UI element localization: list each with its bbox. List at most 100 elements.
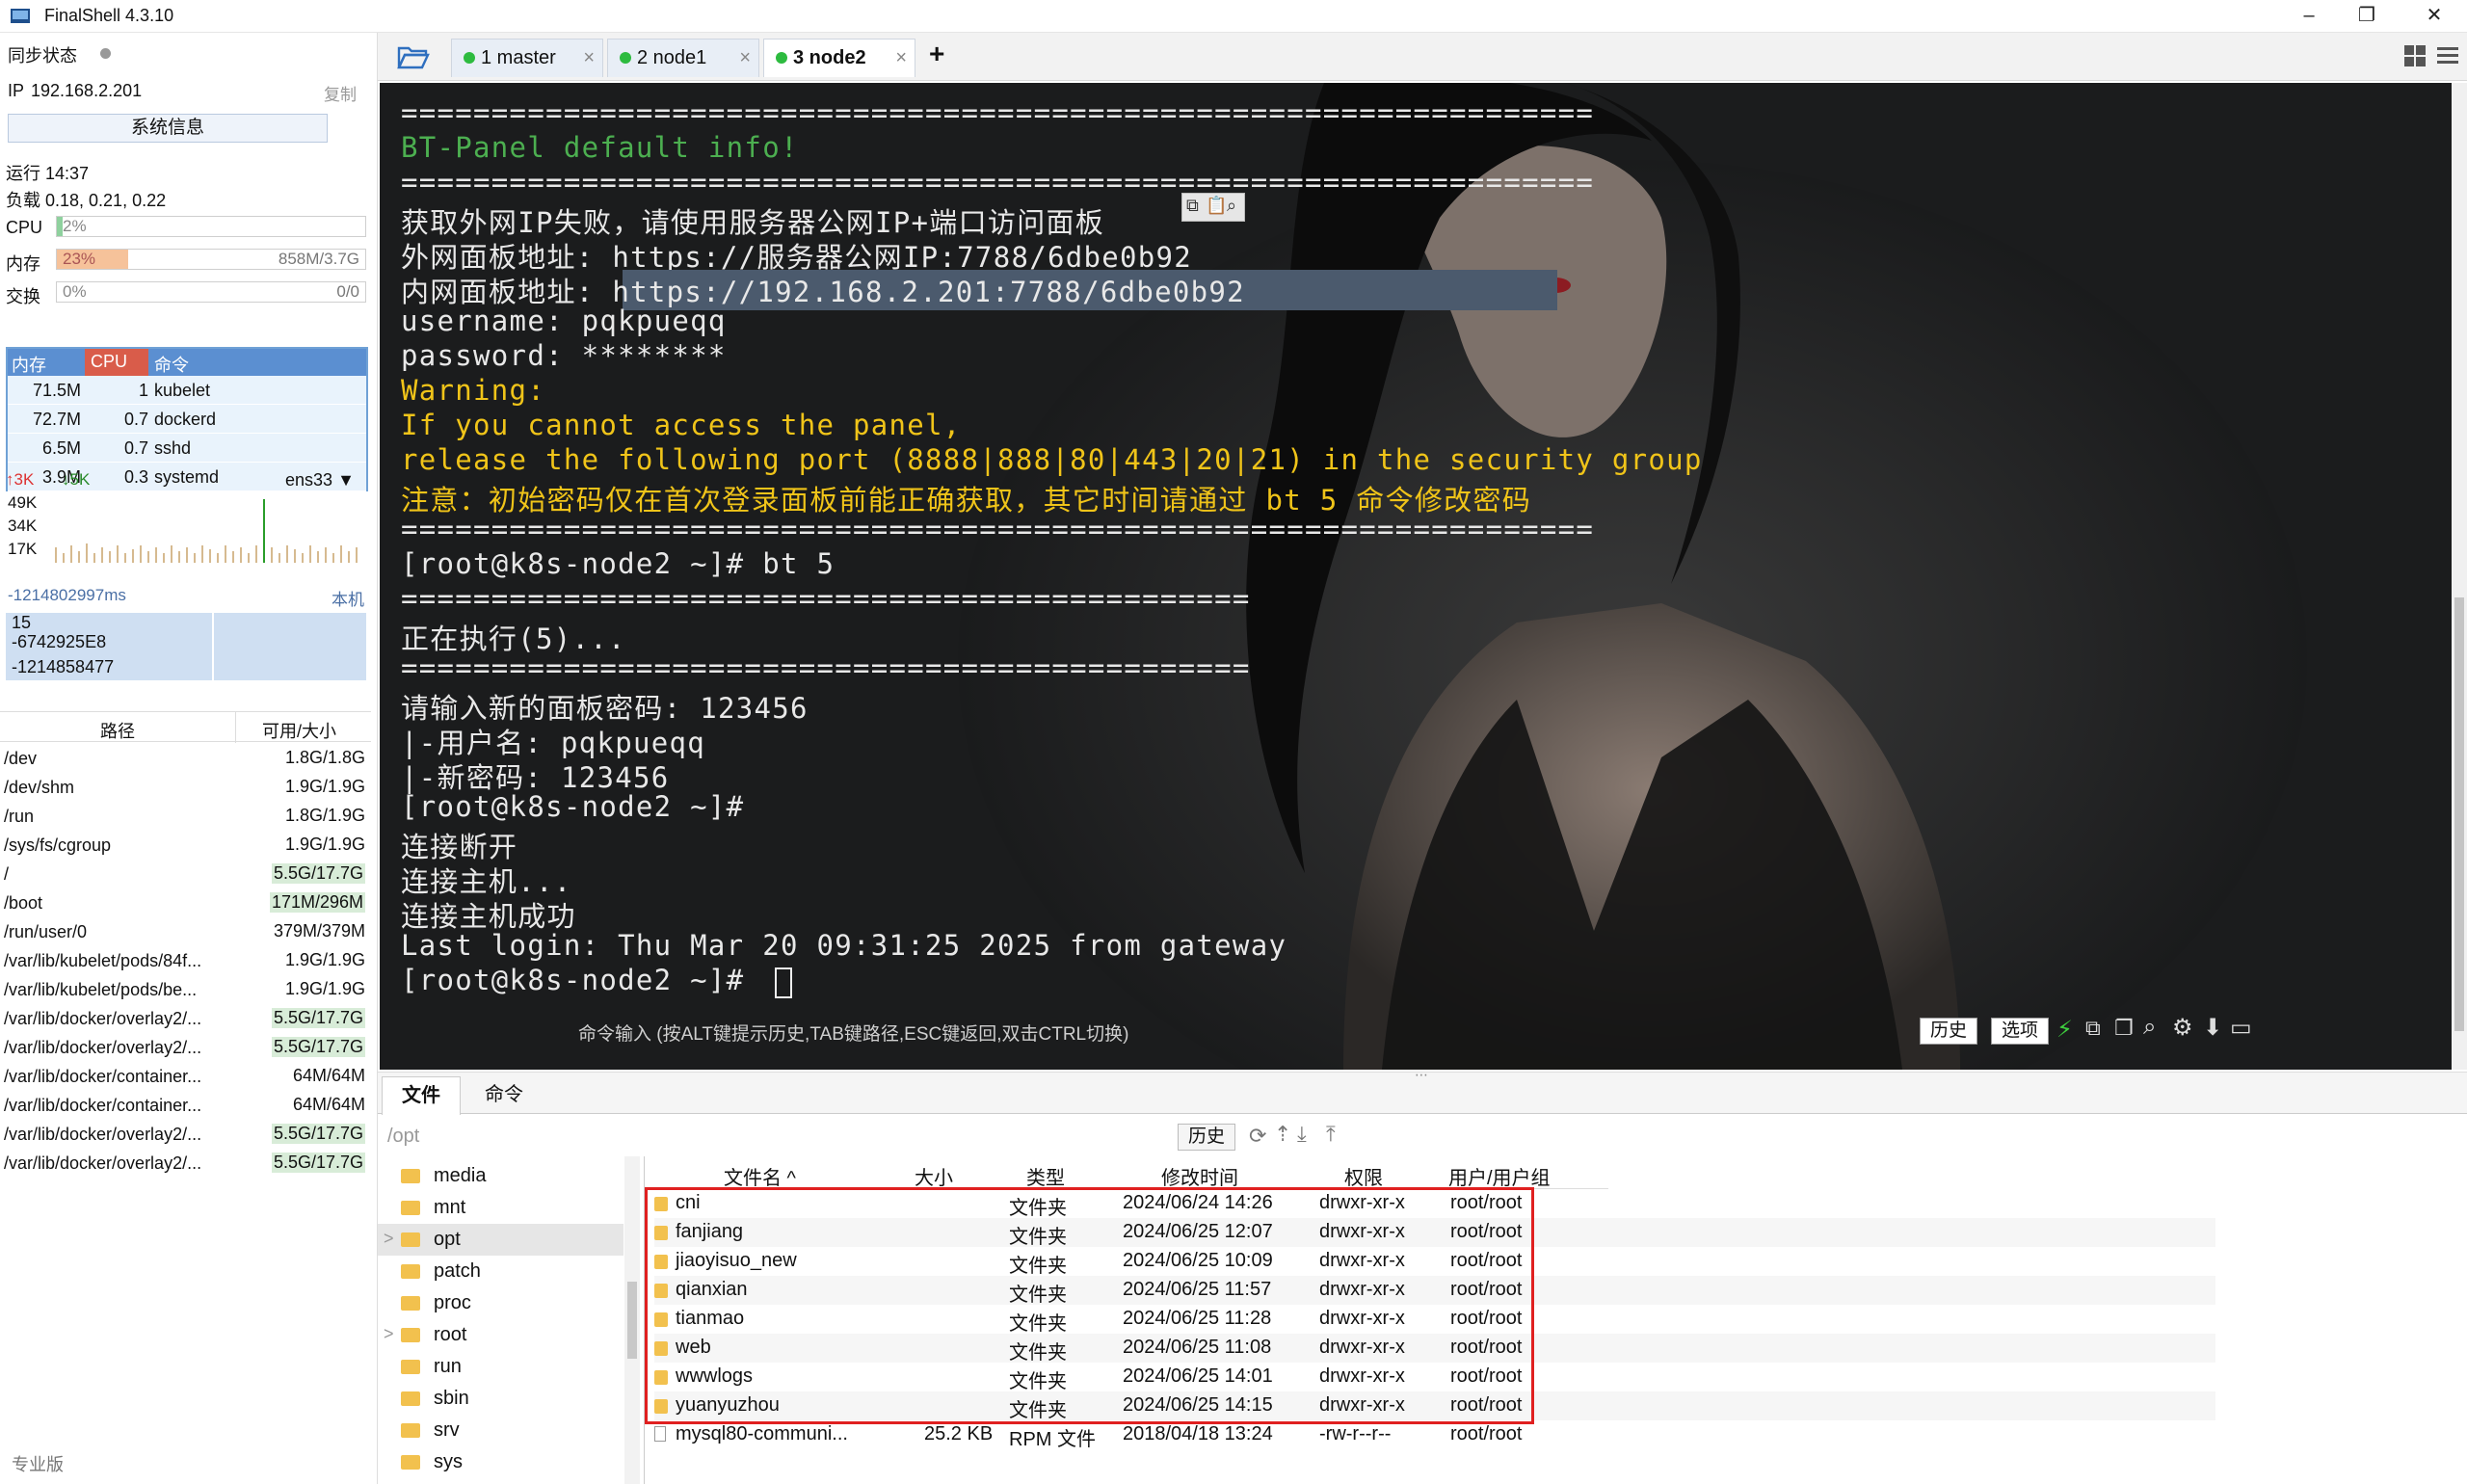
window-icon[interactable]: ▭ — [2230, 1014, 2252, 1042]
filesystem-row[interactable]: /var/lib/kubelet/pods/84f... 1.9G/1.9G — [0, 946, 371, 975]
filesystem-row[interactable]: /run/user/0 379M/379M — [0, 917, 371, 946]
tree-item-run[interactable]: run — [378, 1351, 623, 1383]
col-size[interactable]: 大小 — [915, 1162, 953, 1190]
col-command[interactable]: 命令 — [154, 352, 189, 377]
filesystem-row[interactable]: /var/lib/docker/container... 64M/64M — [0, 1062, 371, 1091]
terminal-output[interactable]: ========================================… — [380, 83, 2452, 1070]
process-row[interactable]: 72.7M 0.7 dockerd — [8, 405, 366, 434]
process-command: dockerd — [154, 410, 217, 429]
command-input[interactable]: 命令输入 (按ALT键提示历史,TAB键路径,ESC键返回,双击CTRL切换) — [578, 1020, 1128, 1046]
tab-node1[interactable]: 2 node1 × — [607, 39, 759, 77]
maximize-button[interactable]: ❐ — [2338, 0, 2396, 33]
chevron-right-icon[interactable]: > — [384, 1229, 394, 1249]
col-mem[interactable]: 内存 — [12, 352, 46, 377]
tree-item-sys[interactable]: sys — [378, 1446, 623, 1478]
tree-item-mnt[interactable]: mnt — [378, 1192, 623, 1224]
paste-icon[interactable]: 📋 — [1206, 196, 1227, 216]
minimize-button[interactable]: – — [2280, 0, 2338, 33]
copy-icon[interactable]: ⧉ — [1186, 196, 1199, 216]
tab-files[interactable]: 文件 — [382, 1076, 461, 1115]
tab-master[interactable]: 1 master × — [451, 39, 603, 77]
filesystem-row[interactable]: /sys/fs/cgroup 1.9G/1.9G — [0, 831, 371, 860]
filesystem-row[interactable]: /var/lib/docker/overlay2/... 5.5G/17.7G — [0, 1033, 371, 1062]
options-button[interactable]: 选项 — [1991, 1018, 2050, 1045]
add-tab-button[interactable]: + — [929, 39, 944, 69]
filesystem-path: /var/lib/docker/overlay2/... — [4, 1009, 202, 1028]
paste-icon[interactable]: ❐ — [2114, 1016, 2134, 1041]
ping-host-select[interactable]: 本机 — [332, 586, 364, 610]
upload-icon[interactable]: ⤒ — [1326, 1122, 1336, 1147]
filesystem-row[interactable]: / 5.5G/17.7G — [0, 860, 371, 888]
resize-handle[interactable]: ⋯ — [1415, 1067, 1428, 1083]
terminal-scrollbar[interactable] — [2452, 83, 2467, 1070]
filesystem-row[interactable]: /var/lib/docker/overlay2/... 5.5G/17.7G — [0, 1120, 371, 1149]
path-history-button[interactable]: 历史 — [1178, 1124, 1236, 1151]
filesystem-row[interactable]: /dev/shm 1.9G/1.9G — [0, 773, 371, 802]
filesystem-row[interactable]: /boot 171M/296M — [0, 888, 371, 917]
close-icon[interactable]: × — [895, 40, 907, 76]
path-input[interactable]: /opt — [385, 1122, 1455, 1151]
file-row[interactable]: mysql80-communi... 25.2 KB RPM 文件 2018/04/1… — [654, 1420, 2215, 1450]
filesystem-row[interactable]: /run 1.8G/1.9G — [0, 802, 371, 831]
filesystem-row[interactable]: /dev 1.8G/1.8G — [0, 744, 371, 773]
net-download: ↓5K — [62, 470, 91, 489]
filesystem-row[interactable]: /var/lib/docker/overlay2/... 5.5G/17.7G — [0, 1004, 371, 1033]
col-filename[interactable]: 文件名 ^ — [724, 1162, 796, 1190]
tab-commands[interactable]: 命令 — [464, 1076, 544, 1115]
close-button[interactable]: ✕ — [2405, 0, 2463, 33]
history-button[interactable]: 历史 — [1920, 1018, 1978, 1045]
edition-label: 专业版 — [12, 1455, 64, 1474]
tab-label: 1 master — [481, 47, 556, 68]
refresh-icon[interactable]: ⟳ — [1249, 1124, 1266, 1149]
download-icon[interactable]: ⬇ — [2203, 1014, 2222, 1042]
scrollbar-thumb[interactable] — [2454, 597, 2464, 1031]
ping-value: -1214858477 — [12, 657, 115, 676]
connected-dot — [464, 52, 475, 64]
tree-item-media[interactable]: media — [378, 1160, 623, 1192]
col-type[interactable]: 类型 — [1026, 1162, 1065, 1190]
menu-icon[interactable] — [2436, 44, 2459, 67]
tree-item-sbin[interactable]: sbin — [378, 1383, 623, 1415]
search-icon[interactable]: ⌕ — [2143, 1014, 2156, 1041]
close-icon[interactable]: × — [739, 40, 751, 76]
chevron-right-icon[interactable]: > — [384, 1324, 394, 1344]
filesystem-row[interactable]: /var/lib/docker/overlay2/... 5.5G/17.7G — [0, 1149, 371, 1178]
tree-item-opt[interactable]: > opt — [378, 1224, 623, 1256]
title-bar: FinalShell 4.3.10 – ❐ ✕ — [0, 0, 2467, 33]
tree-item-proc[interactable]: proc — [378, 1287, 623, 1319]
tree-item-patch[interactable]: patch — [378, 1256, 623, 1287]
copy-icon[interactable]: ⧉ — [2085, 1016, 2101, 1041]
tab-node2[interactable]: 3 node2 × — [763, 39, 915, 77]
copy-ip-button[interactable]: 复制 — [324, 81, 357, 105]
col-cpu[interactable]: CPU — [85, 349, 148, 376]
net-tick: 34K — [8, 517, 38, 535]
gear-icon[interactable]: ⚙ — [2172, 1014, 2193, 1042]
grid-view-icon[interactable] — [2403, 44, 2427, 67]
filesystem-path: /run — [4, 807, 35, 826]
parent-dir-icon[interactable]: ⇡ — [1274, 1122, 1291, 1147]
net-interface-select[interactable]: ens33 ▼ — [285, 470, 355, 490]
search-icon[interactable]: ⌕ — [1227, 196, 1236, 216]
filesystem-row[interactable]: /var/lib/kubelet/pods/be... 1.9G/1.9G — [0, 975, 371, 1004]
col-path[interactable]: 路径 — [100, 718, 135, 743]
download-icon[interactable]: ⤓ — [1297, 1122, 1307, 1147]
scrollbar-thumb[interactable] — [627, 1282, 637, 1359]
lightning-icon[interactable]: ⚡ — [2056, 1016, 2073, 1044]
chevron-down-icon: ▼ — [337, 470, 355, 490]
tree-item-srv[interactable]: srv — [378, 1415, 623, 1446]
system-info-button[interactable]: 系统信息 — [8, 114, 328, 143]
process-row[interactable]: 6.5M 0.7 sshd — [8, 434, 366, 463]
tree-item-root[interactable]: > root — [378, 1319, 623, 1351]
col-mtime[interactable]: 修改时间 — [1161, 1162, 1238, 1190]
close-icon[interactable]: × — [583, 40, 595, 76]
tree-scrollbar[interactable] — [624, 1156, 640, 1484]
col-permissions[interactable]: 权限 — [1344, 1162, 1383, 1190]
folder-open-icon[interactable] — [397, 44, 430, 69]
col-owner[interactable]: 用户/用户组 — [1448, 1162, 1551, 1190]
process-row[interactable]: 71.5M 1 kubelet — [8, 376, 366, 405]
filesystem-row[interactable]: /var/lib/docker/container... 64M/64M — [0, 1091, 371, 1120]
net-upload-value: 3K — [13, 470, 35, 489]
terminal[interactable]: ========================================… — [380, 83, 2452, 1070]
col-available[interactable]: 可用/大小 — [262, 718, 336, 743]
sync-status-label: 同步状态 — [8, 46, 77, 66]
